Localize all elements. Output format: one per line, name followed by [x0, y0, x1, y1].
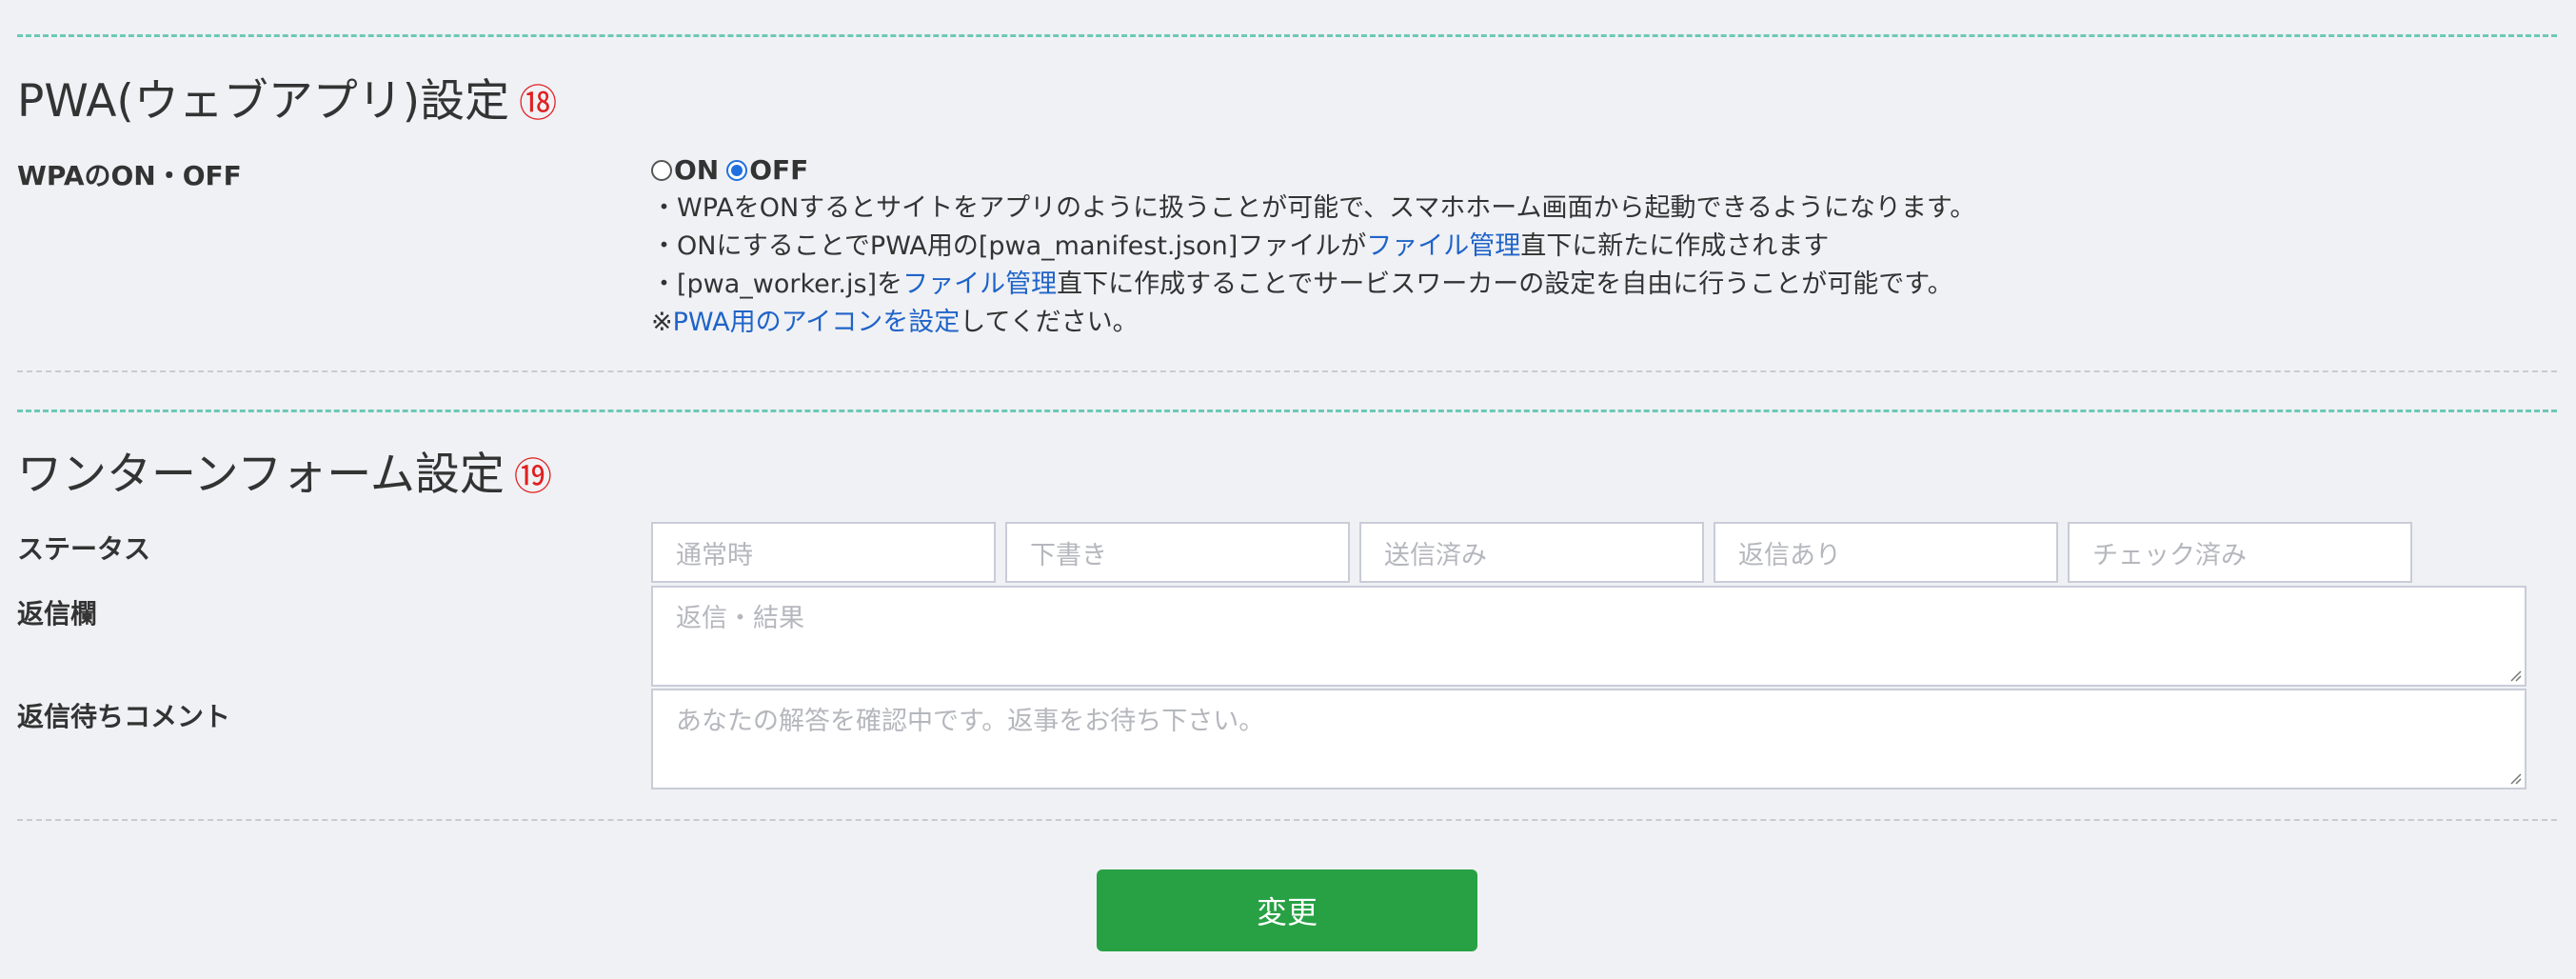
waiting-comment-textarea[interactable]: あなたの解答を確認中です。返事をお待ち下さい。: [651, 689, 2526, 789]
pwa-desc-line-3-post: 直下に作成することでサービスワーカーの設定を自由に行うことが可能です。: [1057, 270, 1953, 299]
pwa-section-title: PWA(ウェブアプリ)設定 ⑱: [17, 79, 557, 124]
pwa-icon-settings-link[interactable]: PWA用のアイコンを設定: [673, 308, 961, 337]
resize-grip-icon[interactable]: [2508, 771, 2522, 785]
status-sent-input[interactable]: 送信済み: [1359, 522, 1704, 583]
resize-grip-icon[interactable]: [2508, 669, 2522, 682]
status-normal-input[interactable]: 通常時: [651, 522, 996, 583]
pwa-off-radio[interactable]: [726, 159, 748, 181]
pwa-desc-line-2-post: 直下に新たに作成されます: [1520, 231, 1830, 261]
pwa-section-number: ⑱: [519, 82, 558, 126]
section-divider-middle: [17, 410, 2557, 412]
reply-field-label: 返信欄: [17, 598, 98, 629]
pwa-desc-line-4-pre: ※: [651, 308, 673, 337]
pwa-desc-line-1: ・WPAをONするとサイトをアプリのように扱うことが可能で、スマホホーム画面から…: [651, 193, 1976, 223]
settings-page: PWA(ウェブアプリ)設定 ⑱ WPAのON・OFF ON OFF ・WPAをON…: [0, 0, 2576, 979]
reply-placeholder: 返信・結果: [676, 604, 804, 633]
pwa-toggle-label: WPAのON・OFF: [17, 160, 242, 191]
pwa-desc-line-2: ・ONにすることでPWA用の[pwa_manifest.json]ファイルがファ…: [651, 233, 1829, 259]
pwa-desc-line-4: ※PWA用のアイコンを設定してください。: [651, 310, 1139, 335]
status-draft-input[interactable]: 下書き: [1005, 522, 1350, 583]
pwa-section-bottom-divider: [17, 370, 2557, 372]
pwa-desc-line-4-post: してください。: [960, 308, 1139, 337]
pwa-off-label[interactable]: OFF: [749, 154, 808, 186]
wonder-title-text: ワンターンフォーム設定: [17, 449, 505, 501]
pwa-desc-line-3-pre: ・[pwa_worker.js]を: [651, 270, 903, 299]
pwa-radio-group: ON OFF: [651, 154, 816, 186]
pwa-title-text: PWA(ウェブアプリ)設定: [17, 75, 510, 128]
pwa-desc-line-2-pre: ・ONにすることでPWA用の[pwa_manifest.json]ファイルが: [651, 231, 1367, 261]
waiting-comment-label: 返信待ちコメント: [17, 701, 231, 732]
status-checked-input[interactable]: チェック済み: [2068, 522, 2412, 583]
wonder-section-number: ⑲: [513, 455, 552, 499]
pwa-desc-line-3: ・[pwa_worker.js]をファイル管理直下に作成することでサービスワーカ…: [651, 271, 1953, 297]
wonder-section-title: ワンターンフォーム設定 ⑲: [17, 452, 552, 497]
status-label: ステータス: [17, 533, 151, 565]
section-divider-top: [17, 34, 2557, 37]
waiting-comment-placeholder: あなたの解答を確認中です。返事をお待ち下さい。: [676, 707, 1265, 736]
file-manager-link[interactable]: ファイル管理: [1366, 231, 1520, 261]
wonder-section-bottom-divider: [17, 819, 2557, 821]
pwa-on-label[interactable]: ON: [674, 154, 719, 186]
file-manager-link-2[interactable]: ファイル管理: [902, 270, 1057, 299]
submit-button[interactable]: 変更: [1097, 869, 1477, 951]
status-replied-input[interactable]: 返信あり: [1714, 522, 2058, 583]
pwa-on-radio[interactable]: [651, 159, 672, 181]
reply-textarea[interactable]: 返信・結果: [651, 586, 2526, 687]
